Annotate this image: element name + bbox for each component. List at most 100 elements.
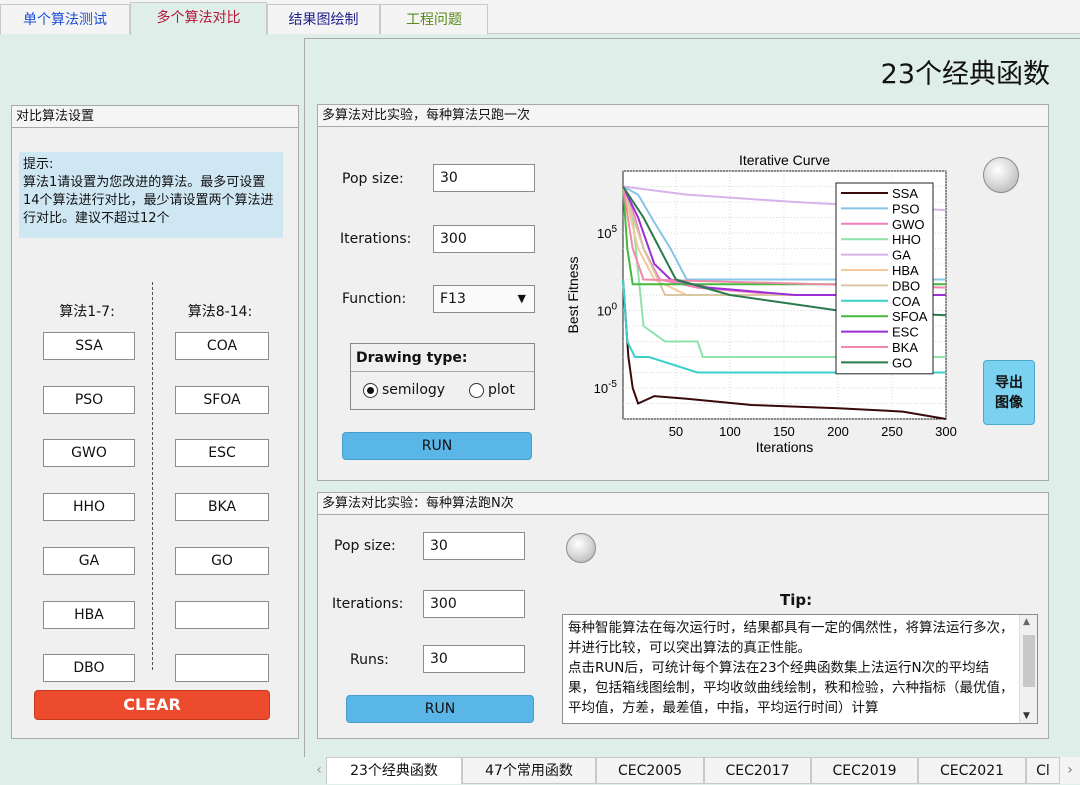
tab-function-set-2[interactable]: 47个常用函数 — [462, 757, 596, 784]
panel-title: 多算法对比实验，每种算法只跑一次 — [318, 105, 1048, 127]
legend-label: DBO — [892, 278, 920, 293]
algorithm-input-14[interactable] — [175, 654, 269, 682]
legend-label: GWO — [892, 217, 925, 232]
tab-label: 多个算法对比 — [156, 10, 241, 26]
algorithm-input-11[interactable]: BKA — [175, 493, 269, 521]
iterative-curve-chart: 50 100 150 200 250 300 10-5 100 105 Iterative Cur… — [565, 152, 957, 455]
iterations-input[interactable]: 300 — [423, 590, 525, 618]
tab-function-set-7[interactable]: Cl — [1026, 757, 1060, 784]
algorithm-input-6[interactable]: HBA — [43, 601, 135, 629]
function-select-value: F13 — [440, 291, 466, 307]
y-axis-label: Best Fitness — [565, 256, 581, 333]
tab-result-plotting[interactable]: 结果图绘制 — [267, 4, 380, 34]
radio-label: plot — [488, 382, 515, 398]
legend-label: BKA — [892, 340, 918, 355]
y-tick-label: 100 — [597, 302, 617, 319]
algorithm-input-3[interactable]: GWO — [43, 439, 135, 467]
y-tick-label: 105 — [597, 224, 617, 241]
radio-label: semilogy — [382, 382, 446, 398]
iterations-label: Iterations: — [332, 596, 404, 612]
tab-function-set-5[interactable]: CEC2019 — [811, 757, 918, 784]
tab-engineering-problems[interactable]: 工程问题 — [380, 4, 488, 34]
x-tick-label: 100 — [719, 424, 741, 439]
clear-button[interactable]: CLEAR — [34, 690, 270, 720]
radio-selected-icon — [363, 382, 378, 398]
run-button-single[interactable]: RUN — [342, 432, 532, 460]
tab-label: 结果图绘制 — [288, 12, 359, 28]
drawing-type-group: Drawing type: semilogy plot — [350, 343, 535, 410]
tip-title: Tip: — [780, 591, 813, 609]
column-divider — [152, 282, 153, 670]
x-tick-label: 150 — [773, 424, 795, 439]
tip-textarea[interactable]: 每种智能算法在每次运行时，结果都具有一定的偶然性，将算法运行多次，并进行比较，可… — [562, 614, 1038, 724]
status-lamp — [566, 533, 596, 563]
pop-size-input[interactable]: 30 — [423, 532, 525, 560]
group-divider — [351, 371, 534, 372]
y-tick-label: 10-5 — [594, 379, 618, 396]
export-label: 导出图像 — [995, 375, 1023, 411]
column-header-1-7: 算法1-7: — [59, 304, 115, 320]
tab-single-algorithm-test[interactable]: 单个算法测试 — [0, 4, 130, 34]
tip-text: 每种智能算法在每次运行时，结果都具有一定的偶然性，将算法运行多次，并进行比较，可… — [568, 620, 1014, 716]
top-tab-bar: 单个算法测试 多个算法对比 结果图绘制 工程问题 — [0, 0, 1080, 35]
export-image-button[interactable]: 导出图像 — [983, 360, 1035, 425]
chart-title: Iterative Curve — [739, 152, 830, 168]
run-button-multi[interactable]: RUN — [346, 695, 534, 723]
panel-title: 多算法对比实验：每种算法跑N次 — [318, 493, 1048, 515]
radio-plot[interactable]: plot — [469, 382, 515, 398]
algorithm-input-13[interactable] — [175, 601, 269, 629]
function-select[interactable]: F13 ▼ — [433, 285, 535, 313]
iterations-input[interactable]: 300 — [433, 225, 535, 253]
tab-function-set-3[interactable]: CEC2005 — [596, 757, 704, 784]
tab-function-set-1[interactable]: 23个经典函数 — [326, 757, 462, 784]
legend-label: GO — [892, 355, 912, 370]
legend-label: SSA — [892, 186, 918, 201]
algorithm-input-10[interactable]: ESC — [175, 439, 269, 467]
tab-label: 工程问题 — [406, 12, 462, 28]
column-header-8-14: 算法8-14: — [187, 304, 253, 320]
tab-function-set-4[interactable]: CEC2017 — [704, 757, 811, 784]
algorithm-input-12[interactable]: GO — [175, 547, 269, 575]
tab-scroll-right-icon[interactable]: › — [1060, 757, 1080, 784]
iterations-label: Iterations: — [340, 231, 412, 247]
scroll-up-icon[interactable]: ▲ — [1023, 617, 1030, 627]
drawing-type-label: Drawing type: — [356, 350, 468, 366]
chevron-down-icon: ▼ — [517, 292, 526, 305]
algorithm-input-1[interactable]: SSA — [43, 332, 135, 360]
tab-function-set-6[interactable]: CEC2021 — [918, 757, 1026, 784]
function-label: Function: — [342, 291, 407, 307]
algorithm-input-5[interactable]: GA — [43, 547, 135, 575]
x-tick-label: 50 — [669, 424, 683, 439]
algorithm-input-8[interactable]: COA — [175, 332, 269, 360]
tab-label: 单个算法测试 — [23, 12, 107, 28]
pop-size-label: Pop size: — [334, 538, 396, 554]
algorithm-input-2[interactable]: PSO — [43, 386, 135, 414]
tip-box: 提示: 算法1请设置为您改进的算法。最多可设置14个算法进行对比，最少请设置两个… — [19, 152, 283, 238]
runs-label: Runs: — [350, 652, 389, 668]
pop-size-input[interactable]: 30 — [433, 164, 535, 192]
runs-input[interactable]: 30 — [423, 645, 525, 673]
algorithm-input-9[interactable]: SFOA — [175, 386, 269, 414]
radio-semilogy[interactable]: semilogy — [363, 382, 445, 398]
algorithm-input-4[interactable]: HHO — [43, 493, 135, 521]
pop-size-label: Pop size: — [342, 171, 404, 187]
algorithm-input-7[interactable]: DBO — [43, 654, 135, 682]
tab-multi-algorithm-compare[interactable]: 多个算法对比 — [130, 2, 267, 35]
x-tick-label: 200 — [827, 424, 849, 439]
x-axis-label: Iterations — [756, 439, 814, 455]
tip-scrollbar[interactable]: ▲ ▼ — [1019, 615, 1037, 723]
legend-label: COA — [892, 294, 921, 309]
scroll-down-icon[interactable]: ▼ — [1023, 711, 1030, 721]
status-lamp — [983, 157, 1019, 193]
tab-scroll-left-icon[interactable]: ‹ — [312, 757, 326, 784]
x-tick-label: 300 — [935, 424, 957, 439]
x-tick-label: 250 — [881, 424, 903, 439]
legend-label: SFOA — [892, 309, 928, 324]
algorithm-settings-panel: 对比算法设置 提示: 算法1请设置为您改进的算法。最多可设置14个算法进行对比，… — [11, 105, 299, 739]
panel-title: 对比算法设置 — [12, 106, 298, 128]
legend-label: GA — [892, 248, 911, 263]
page-title: 23个经典函数 — [880, 59, 1050, 90]
scroll-thumb[interactable] — [1023, 635, 1035, 687]
legend-label: PSO — [892, 201, 919, 216]
legend-label: HHO — [892, 232, 921, 247]
